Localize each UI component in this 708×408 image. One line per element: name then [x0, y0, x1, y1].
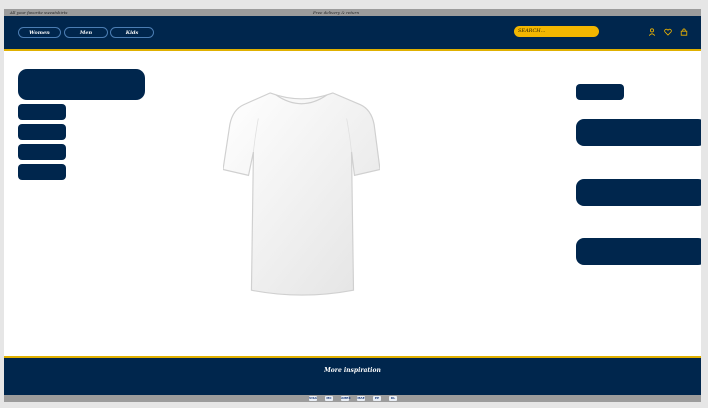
product-title-block [18, 69, 145, 100]
more-inspiration-link[interactable]: More inspiration [4, 367, 701, 374]
right-action-block-2[interactable] [576, 179, 701, 206]
right-action-block-1[interactable] [576, 119, 701, 146]
topbar-delivery-text: Free delivery & return [313, 10, 360, 15]
main-navbar: Women Men Kids SEARCH... [4, 16, 701, 51]
account-icon[interactable] [648, 28, 656, 36]
heart-icon[interactable] [664, 28, 672, 36]
tshirt-product-image [223, 92, 380, 296]
paypal-icon: PP [373, 396, 381, 401]
right-action-block-3[interactable] [576, 238, 701, 265]
page-frame: All your favorite sweatshirts Free deliv… [4, 9, 701, 402]
left-option-2[interactable] [18, 124, 66, 140]
left-option-3[interactable] [18, 144, 66, 160]
nav-men-button[interactable]: Men [64, 27, 108, 38]
left-option-4[interactable] [18, 164, 66, 180]
left-option-1[interactable] [18, 104, 66, 120]
bag-icon[interactable] [680, 28, 688, 36]
search-placeholder: SEARCH... [518, 28, 546, 34]
top-info-bar: All your favorite sweatshirts Free deliv… [4, 9, 701, 16]
product-content [4, 51, 701, 356]
topbar-promo-text: All your favorite sweatshirts [10, 10, 68, 15]
amex-icon: AMEX [341, 396, 351, 401]
mastercard-icon: MC [325, 396, 333, 401]
right-size-button[interactable] [576, 84, 624, 100]
maestro-icon: MAE [357, 396, 365, 401]
visa-icon: VISA [309, 396, 317, 401]
klarna-icon: KL [389, 396, 397, 401]
footer: More inspiration [4, 356, 701, 397]
search-input[interactable]: SEARCH... [514, 26, 599, 37]
nav-women-button[interactable]: Women [18, 27, 61, 38]
nav-kids-button[interactable]: Kids [110, 27, 154, 38]
payment-bar: VISA MC AMEX MAE PP KL [4, 395, 701, 402]
